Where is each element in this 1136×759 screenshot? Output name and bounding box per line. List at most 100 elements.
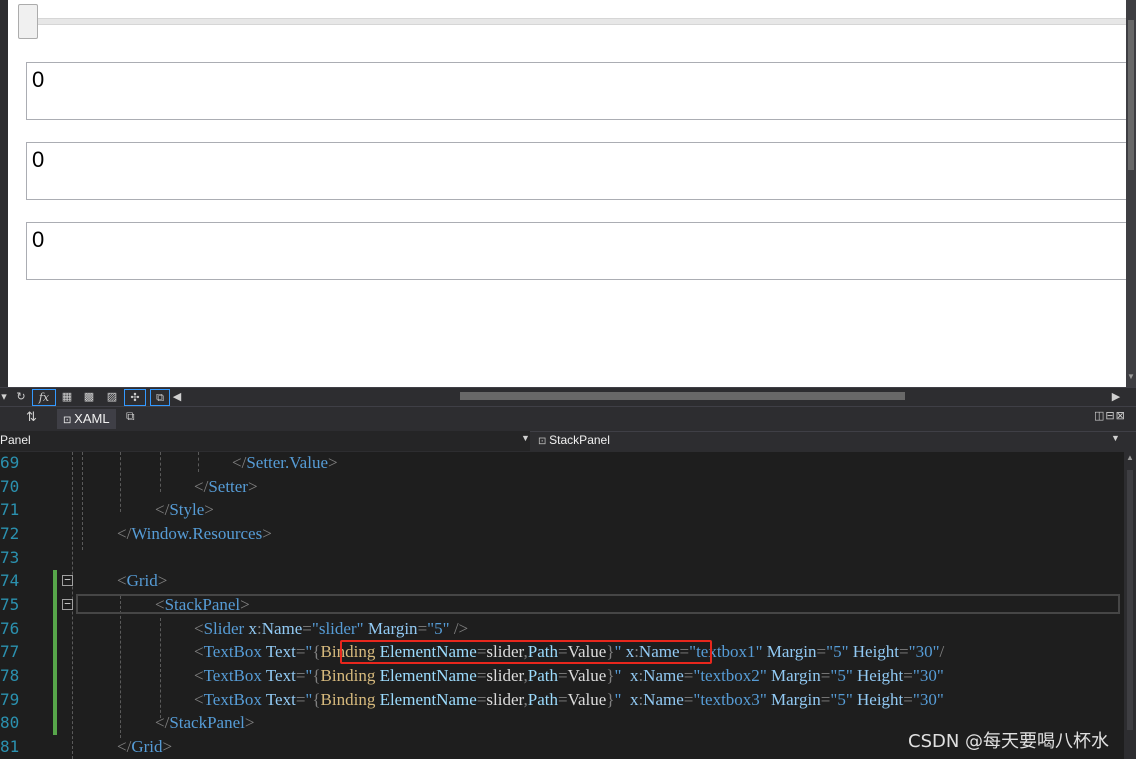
scroll-right-arrow-icon[interactable]: ▶ xyxy=(1110,389,1122,404)
designer-horizontal-scroll-thumb[interactable] xyxy=(460,392,905,400)
code-token: textbox3 xyxy=(700,690,760,709)
code-token: = xyxy=(476,666,487,685)
element-scope-dropdown[interactable]: Panel xyxy=(0,431,530,451)
code-line[interactable]: </Setter> xyxy=(194,477,258,497)
refresh-icon[interactable]: ↻ xyxy=(14,389,28,404)
code-token: = xyxy=(417,619,428,638)
line-number: 76 xyxy=(0,619,20,638)
code-token: 5 xyxy=(833,642,842,661)
element-dropdown-label: StackPanel xyxy=(549,433,610,447)
code-token: < xyxy=(194,619,204,638)
code-line[interactable]: </Setter.Value> xyxy=(232,453,338,473)
code-line[interactable]: <TextBox Text="{Binding ElementName=slid… xyxy=(194,666,944,686)
textbox3[interactable]: 0 xyxy=(26,222,1136,280)
scroll-up-arrow-icon[interactable]: ▲ xyxy=(1126,453,1134,462)
code-token: > xyxy=(244,713,255,732)
popout-xaml-icon[interactable]: ⧉ xyxy=(126,409,135,424)
code-token: = xyxy=(558,690,568,709)
stackpanel-icon: ⊡ xyxy=(538,436,550,447)
code-token: > xyxy=(157,571,168,590)
element-dropdown[interactable]: ⊡ StackPanel xyxy=(538,431,1118,451)
code-token: = xyxy=(903,690,913,709)
code-line[interactable]: <Slider x:Name="slider" Margin="5" /> xyxy=(194,619,468,639)
xaml-tab-icon: ⊡ xyxy=(63,415,75,426)
code-token: { xyxy=(312,690,321,709)
code-token: = xyxy=(683,666,694,685)
editor-scroll-thumb[interactable] xyxy=(1127,470,1133,730)
code-token: = xyxy=(899,642,909,661)
code-token: " xyxy=(912,690,920,709)
code-token: = xyxy=(558,666,568,685)
code-token: ElementName xyxy=(379,666,477,685)
scroll-down-arrow-icon[interactable]: ▼ xyxy=(1126,372,1136,381)
code-token: </ xyxy=(232,453,247,472)
code-line[interactable]: <Grid> xyxy=(117,571,167,591)
chevron-down-icon[interactable]: ▼ xyxy=(521,433,530,443)
scroll-left-arrow-icon[interactable]: ◀ xyxy=(172,389,182,404)
code-token: Path xyxy=(527,690,558,709)
project-code-icon[interactable]: ⧉ xyxy=(150,389,170,406)
grid-toggle-icon[interactable]: ▦ xyxy=(58,389,76,404)
code-line[interactable]: </StackPanel> xyxy=(155,713,254,733)
code-token: " xyxy=(936,666,944,685)
pane-tab-bar xyxy=(0,406,1136,432)
code-token: 30 xyxy=(919,690,937,709)
code-token: Value xyxy=(567,666,607,685)
indent-guide xyxy=(198,452,199,472)
code-token: Binding xyxy=(320,666,380,685)
zoom-dropdown-icon[interactable]: ▾ xyxy=(0,389,8,404)
line-number: 69 xyxy=(0,453,20,472)
code-line[interactable]: </Grid> xyxy=(117,737,172,757)
collapse-stackpanel-icon[interactable]: − xyxy=(62,598,73,610)
code-token: " xyxy=(442,619,450,638)
code-token: TextBox xyxy=(203,666,266,685)
swap-panes-icon[interactable]: ⇅ xyxy=(26,410,37,425)
code-token: Binding xyxy=(320,690,380,709)
code-token: = xyxy=(302,619,312,638)
code-token: </ xyxy=(155,713,170,732)
code-token: Text xyxy=(265,666,296,685)
collapse-grid-icon[interactable]: − xyxy=(62,574,73,586)
code-token: 5 xyxy=(837,666,846,685)
snap-grid-icon[interactable]: ▩ xyxy=(80,389,98,404)
code-token: Margin xyxy=(363,619,418,638)
indent-guide xyxy=(160,452,161,492)
code-token: slider xyxy=(486,666,524,685)
code-token: StackPanel xyxy=(164,595,241,614)
code-token: = xyxy=(683,690,694,709)
indent-guide xyxy=(82,452,83,550)
code-line[interactable]: <TextBox Text="{Binding ElementName=slid… xyxy=(194,690,944,710)
slider-thumb[interactable] xyxy=(18,4,38,39)
code-token: Setter.Value xyxy=(246,453,328,472)
code-token: Window.Resources xyxy=(131,524,263,543)
designer-vertical-scroll-thumb[interactable] xyxy=(1128,20,1134,170)
textbox2[interactable]: 0 xyxy=(26,142,1136,200)
code-token: StackPanel xyxy=(169,713,245,732)
chevron-down-icon[interactable]: ▼ xyxy=(1111,433,1120,443)
binding-highlight-box xyxy=(340,640,712,664)
textbox1[interactable]: 0 xyxy=(26,62,1136,120)
code-line[interactable]: <StackPanel> xyxy=(155,595,250,615)
line-number: 78 xyxy=(0,666,20,685)
line-number: 77 xyxy=(0,642,20,661)
code-token: > xyxy=(262,524,272,543)
code-line[interactable]: </Style> xyxy=(155,500,214,520)
indent-guide xyxy=(120,596,121,738)
code-token: /> xyxy=(449,619,469,638)
code-token: Grid xyxy=(131,737,163,756)
snap-to-snaplines-icon[interactable]: ✣ xyxy=(124,389,146,406)
artboard-background-icon[interactable]: ▨ xyxy=(104,389,120,404)
code-token: = xyxy=(816,642,827,661)
code-line[interactable]: </Window.Resources> xyxy=(117,524,272,544)
indent-guide xyxy=(120,452,121,512)
code-token: = xyxy=(295,690,306,709)
line-number: 70 xyxy=(0,477,20,496)
code-token: textbox2 xyxy=(700,666,760,685)
split-view-icons[interactable]: ◫⊟⊠ xyxy=(1094,409,1126,422)
tab-xaml[interactable]: ⊡ XAML xyxy=(57,409,116,429)
code-token: Margin xyxy=(762,642,817,661)
code-token: / xyxy=(939,642,945,661)
slider-track[interactable] xyxy=(20,18,1128,25)
effects-toggle-button[interactable]: fx xyxy=(32,389,56,406)
code-token: " xyxy=(936,690,944,709)
